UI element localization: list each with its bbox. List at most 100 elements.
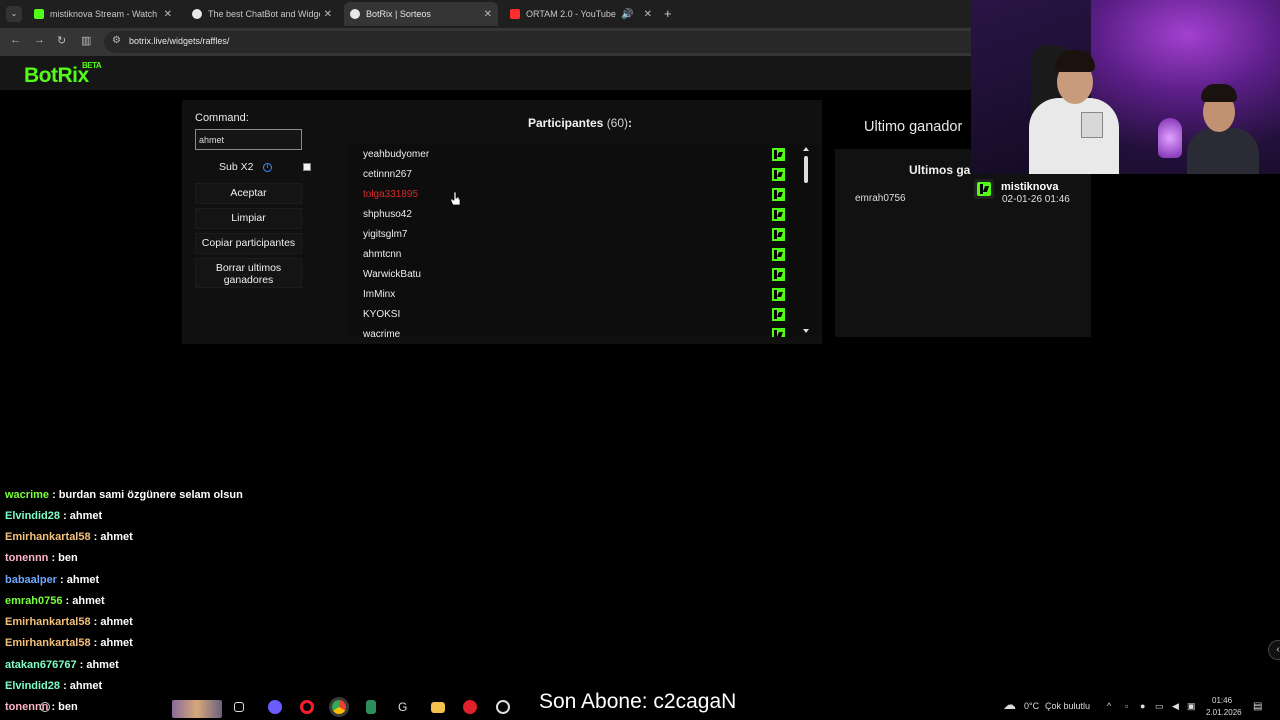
- scroll-thumb[interactable]: [804, 156, 808, 183]
- chat-message: Emirhankartal58 : ahmet: [5, 531, 133, 543]
- kick-icon: [772, 188, 785, 201]
- back-icon[interactable]: ←: [10, 34, 21, 46]
- participant-row[interactable]: tolga331895: [363, 184, 788, 204]
- copy-participants-button[interactable]: Copiar participantes: [195, 233, 302, 254]
- screen: ⌄ mistiknova Stream - Watch Live ✕ The b…: [0, 0, 1280, 720]
- botrix-favicon-icon: [350, 9, 360, 19]
- overlay-username: mistiknova: [1001, 181, 1059, 193]
- command-input[interactable]: [195, 129, 302, 150]
- weather-cloud-icon[interactable]: ☁: [1003, 697, 1016, 713]
- tray-app-icon[interactable]: ▫: [1125, 701, 1128, 711]
- close-tab-icon[interactable]: ✕: [164, 9, 172, 20]
- clock-time[interactable]: 01:46: [1212, 696, 1232, 705]
- close-tab-icon[interactable]: ✕: [484, 9, 492, 20]
- logo-text: BotRix: [24, 64, 89, 87]
- close-tab-icon[interactable]: ✕: [644, 9, 652, 20]
- participant-row[interactable]: WarwickBatu: [363, 264, 788, 284]
- side-panel-icon[interactable]: ▥: [81, 34, 91, 47]
- participant-name: cetinnn267: [363, 169, 412, 180]
- participants-list[interactable]: yeahbudyomer cetinnn267 tolga331895 shph…: [348, 144, 818, 337]
- participant-name: yigitsglm7: [363, 229, 408, 240]
- chat-message: wacrime : burdan sami özgünere selam ols…: [5, 489, 243, 501]
- weather-text[interactable]: Çok bulutlu: [1045, 701, 1090, 711]
- botrix-favicon-icon: [192, 9, 202, 19]
- file-explorer-icon[interactable]: [431, 702, 445, 713]
- tab-title: mistiknova Stream - Watch Live: [50, 9, 160, 19]
- streamer-body: [1029, 98, 1119, 174]
- scroll-down-arrow-icon[interactable]: [803, 329, 809, 333]
- clock-date[interactable]: 2.01.2026: [1206, 708, 1242, 717]
- chrome-icon[interactable]: [332, 700, 346, 714]
- participants-scrollbar[interactable]: [800, 144, 812, 337]
- beta-badge: BETA: [82, 61, 102, 70]
- participant-row[interactable]: ImMinx: [363, 284, 788, 304]
- chat-message: atakan676767 : ahmet: [5, 659, 119, 671]
- discord-icon[interactable]: [268, 700, 282, 714]
- participant-name: yeahbudyomer: [363, 149, 430, 160]
- close-tab-icon[interactable]: ✕: [324, 9, 332, 20]
- participant-row[interactable]: yeahbudyomer: [363, 144, 788, 164]
- clear-button[interactable]: Limpiar: [195, 208, 302, 229]
- chat-text: : burdan sami özgünere selam olsun: [49, 489, 243, 501]
- tab-youtube[interactable]: ORTAM 2.0 - YouTube 🔊 ✕: [504, 2, 658, 26]
- participant-row[interactable]: ahmtcnn: [363, 244, 788, 264]
- hookah-lamp: [1158, 118, 1182, 158]
- chat-message: emrah0756 : ahmet: [5, 595, 105, 607]
- chat-username: atakan676767: [5, 659, 77, 671]
- participants-heading: Participantes (60):: [470, 116, 690, 130]
- scroll-up-arrow-icon[interactable]: [803, 147, 809, 151]
- participant-row[interactable]: KYOKSI: [363, 304, 788, 324]
- excel-icon[interactable]: [366, 700, 376, 714]
- app-c-icon[interactable]: G: [398, 700, 412, 714]
- participants-title: Participantes: [527, 116, 604, 130]
- held-box: [1081, 112, 1103, 138]
- participant-row[interactable]: shphuso42: [363, 204, 788, 224]
- chat-text: : ahmet: [60, 510, 103, 522]
- kick-logo-badge: [974, 179, 994, 199]
- kick-icon: [977, 182, 991, 196]
- forward-icon[interactable]: →: [34, 34, 45, 46]
- last-subscriber-text: Son Abone: c2cagaN: [539, 690, 737, 713]
- last-winner-title: Ultimo ganador: [864, 119, 963, 135]
- app-red-icon[interactable]: [463, 700, 477, 714]
- tab-search-icon[interactable]: ⌄: [6, 6, 22, 22]
- site-info-icon[interactable]: ⚙: [112, 35, 121, 46]
- info-icon[interactable]: i: [263, 163, 272, 172]
- tab-chatbot[interactable]: The best ChatBot and Widgets ✕: [186, 2, 338, 26]
- delete-last-winners-button[interactable]: Borrar ultimos ganadores: [195, 258, 302, 288]
- chat-message: Emirhankartal58 : ahmet: [5, 616, 133, 628]
- kick-icon: [772, 168, 785, 181]
- tab-kick-stream[interactable]: mistiknova Stream - Watch Live ✕: [28, 2, 178, 26]
- new-tab-icon[interactable]: +: [664, 6, 672, 21]
- tray-chevron-up-icon[interactable]: ^: [1107, 701, 1111, 711]
- keyboard-icon[interactable]: ▭: [1155, 701, 1164, 712]
- tab-botrix-sorteos[interactable]: BotRix | Sorteos ✕: [344, 2, 498, 26]
- microphone-icon[interactable]: ●: [1140, 701, 1145, 711]
- task-view-icon[interactable]: [234, 702, 244, 712]
- network-icon[interactable]: ▣: [1187, 701, 1196, 712]
- chat-message: Elvindid28 : ahmet: [5, 510, 102, 522]
- last-winners-panel: [835, 149, 1091, 337]
- command-label: Command:: [195, 112, 249, 124]
- participant-row[interactable]: wacrime: [363, 324, 788, 337]
- accept-button[interactable]: Aceptar: [195, 183, 302, 204]
- botrix-logo[interactable]: BotRix BETA: [24, 61, 102, 88]
- audio-icon[interactable]: 🔊: [621, 9, 633, 20]
- kick-icon: [772, 228, 785, 241]
- search-icon[interactable]: [40, 702, 50, 712]
- participant-name: KYOKSI: [363, 309, 401, 320]
- volume-icon[interactable]: ◀: [1172, 701, 1179, 712]
- participant-row[interactable]: cetinnn267: [363, 164, 788, 184]
- weather-temp[interactable]: 0°C: [1024, 701, 1039, 711]
- sub-x2-checkbox[interactable]: [303, 163, 311, 171]
- obs-icon[interactable]: [496, 700, 510, 714]
- chat-username: babaalper: [5, 574, 57, 586]
- url-field[interactable]: ⚙ botrix.live/widgets/raffles/: [104, 31, 1004, 53]
- kick-favicon-icon: [34, 9, 44, 19]
- notifications-icon[interactable]: ▤: [1253, 701, 1262, 712]
- participant-row[interactable]: yigitsglm7: [363, 224, 788, 244]
- widgets-thumbnail-icon[interactable]: [172, 700, 222, 718]
- opera-icon[interactable]: [300, 700, 314, 714]
- tab-title: The best ChatBot and Widgets: [208, 9, 320, 19]
- reload-icon[interactable]: ↻: [57, 34, 66, 47]
